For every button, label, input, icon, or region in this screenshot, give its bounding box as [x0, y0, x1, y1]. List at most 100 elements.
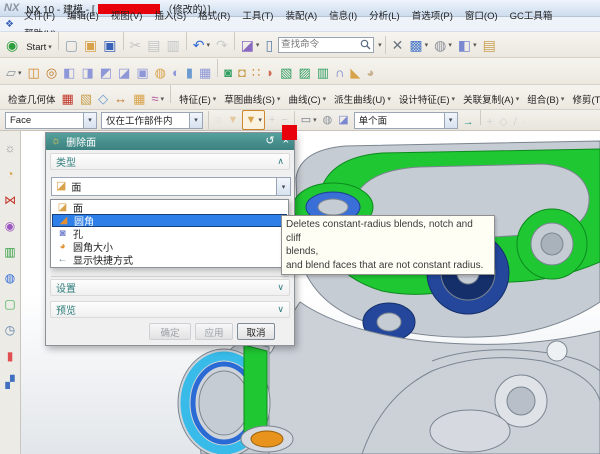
menu-file[interactable]: 文件(F) [17, 9, 60, 22]
settings-section-header[interactable]: 设置 ∨ [50, 279, 290, 296]
save-file-icon[interactable]: ▣ [101, 35, 118, 55]
dialog-titlebar[interactable]: ☼ 删除面 ↺ × [46, 133, 294, 150]
cancel-button[interactable]: 取消 [237, 323, 275, 340]
pattern-icon[interactable]: ▧ [278, 63, 294, 83]
sketch-icon[interactable]: ▱▾ [4, 63, 24, 83]
snap-dot-icon[interactable]: · [521, 113, 529, 131]
sew-icon[interactable]: ◗ [264, 63, 276, 83]
undo-icon[interactable]: ↶▾ [191, 35, 212, 55]
block-icon[interactable]: ◩ [98, 63, 114, 83]
menu-assemblies[interactable]: 装配(A) [278, 9, 322, 22]
offset-icon[interactable]: ▥ [315, 63, 331, 83]
dialog-gear-icon[interactable]: ☼ [51, 136, 61, 147]
process-studio-icon[interactable]: ◷ [5, 324, 15, 336]
design-feature-group-button[interactable]: 设计特征(E)▾ [395, 89, 457, 109]
roles-icon[interactable]: ▞ [5, 376, 14, 388]
solid-body-icon[interactable]: ◪ [336, 110, 350, 130]
paste-icon[interactable]: ▥ [164, 35, 181, 55]
stop-at-intersection-icon[interactable]: → [461, 113, 476, 131]
materials-icon[interactable]: ▮ [7, 350, 14, 362]
dialog-reset-icon[interactable]: ↺ [265, 136, 274, 147]
type-dropdown-field[interactable]: ◪ 面 ▾ [51, 177, 291, 196]
nx-session-icon[interactable]: ◉ [4, 35, 20, 55]
menu-tools[interactable]: 工具(T) [235, 9, 278, 22]
part-navigator-icon[interactable]: ◉ [5, 220, 15, 232]
type-section-header[interactable]: 类型 ∧ [50, 153, 290, 170]
extrude-icon[interactable]: ◧ [61, 63, 77, 83]
apply-button[interactable]: 应用 [195, 323, 233, 340]
redo-icon[interactable]: ↷ [214, 35, 230, 55]
feature-group-button[interactable]: 特征(E)▾ [175, 89, 218, 109]
web-browser-icon[interactable]: ◍ [5, 272, 15, 284]
chevron-down-icon[interactable]: ▾ [83, 113, 96, 128]
dropdown-item-显示快捷方式[interactable]: ←显示快捷方式 [52, 253, 287, 266]
reuse-library-icon[interactable]: ▥ [4, 246, 15, 258]
render-style-icon[interactable]: ◍▾ [432, 35, 454, 55]
history-icon[interactable]: ▢ [4, 298, 15, 310]
layout-icon[interactable]: ▦ [131, 89, 147, 109]
type-filter-combo[interactable]: Face ▾ [5, 112, 97, 129]
add-filter-icon[interactable]: + [267, 110, 277, 130]
measure-icon[interactable]: ↔ [112, 89, 129, 109]
face-rule-combo[interactable]: 单个面 ▾ [354, 112, 458, 129]
ok-button[interactable]: 确定 [149, 323, 191, 340]
menu-format[interactable]: 格式(R) [191, 9, 235, 22]
view-orient-icon[interactable]: ◧▾ [456, 35, 479, 55]
subtract-icon[interactable]: ◘ [236, 63, 248, 83]
snap-angle-icon[interactable]: / [512, 113, 519, 131]
allow-selection-icon[interactable]: ◌ [213, 110, 224, 130]
menu-gc-toolbox[interactable]: GC工具箱 [503, 9, 558, 22]
assoc-copy-group-button[interactable]: 关联复制(A)▾ [459, 89, 521, 109]
boss-icon[interactable]: ▣ [134, 63, 150, 83]
chevron-down-icon[interactable]: ▾ [378, 41, 382, 49]
trim-group-button[interactable]: 修剪(T)▾ [568, 89, 600, 109]
examine-geometry-button[interactable]: 检查几何体 [4, 89, 58, 109]
preview-section-header[interactable]: 预览 ∨ [50, 301, 290, 318]
collapse-chevron-icon[interactable]: ∧ [277, 156, 284, 167]
hole-icon[interactable]: ◎ [44, 63, 59, 83]
expand-chevron-icon[interactable]: ∨ [277, 304, 284, 315]
copy-icon[interactable]: ▤ [145, 35, 162, 55]
open-file-icon[interactable]: ▣ [82, 35, 99, 55]
cylinder-icon[interactable]: ◪ [116, 63, 132, 83]
constraint-navigator-icon[interactable]: ⋈ [4, 194, 16, 206]
spline-analysis-icon[interactable]: ≈▾ [149, 89, 166, 109]
assembly-navigator-icon[interactable]: ◔ [6, 168, 13, 180]
module-box-icon[interactable]: ◪▾ [239, 35, 262, 55]
shell-icon[interactable]: ∩ [333, 63, 346, 83]
menu-information[interactable]: 信息(I) [322, 9, 362, 22]
unite-icon[interactable]: ◙ [222, 63, 234, 83]
menu-analysis[interactable]: 分析(L) [362, 9, 405, 22]
menu-window[interactable]: 窗口(O) [458, 9, 503, 22]
chevron-down-icon[interactable]: ▾ [276, 178, 290, 195]
part-info-icon[interactable]: ▯ [263, 35, 275, 55]
intersect-icon[interactable]: ∷ [250, 63, 262, 83]
sphere-icon[interactable]: ◍ [153, 63, 168, 83]
curve-group-button[interactable]: 曲线(C)▾ [284, 89, 328, 109]
dropdown-item-圆角[interactable]: ◢圆角 [52, 214, 287, 227]
expand-chevron-icon[interactable]: ∨ [277, 282, 284, 293]
search-input[interactable] [281, 39, 360, 50]
derived-curve-group-button[interactable]: 派生曲线(U)▾ [330, 89, 393, 109]
cut-icon[interactable]: ✂ [128, 35, 144, 55]
command-finder[interactable] [278, 37, 374, 53]
menu-preferences[interactable]: 首选项(P) [405, 9, 458, 22]
start-menu-button[interactable]: Start▾ [22, 37, 54, 57]
chevron-down-icon[interactable]: ▾ [189, 113, 202, 128]
fit-window-icon[interactable]: ▩▾ [407, 35, 430, 55]
chamfer-icon[interactable]: ◣ [348, 63, 362, 83]
selection-scope-combo[interactable]: 仅在工作部件内 ▾ [101, 112, 203, 129]
revolve-icon[interactable]: ◨ [79, 63, 95, 83]
menu-view[interactable]: 视图(V) [104, 9, 148, 22]
convex-check-icon[interactable]: ▧ [78, 89, 94, 109]
marquee-select-icon[interactable]: ▭▾ [299, 110, 319, 130]
combine-group-button[interactable]: 组合(B)▾ [523, 89, 566, 109]
snap-point-icon[interactable]: + [485, 113, 495, 131]
wcs-orient-icon[interactable]: ✕ [390, 35, 406, 55]
mirror-icon[interactable]: ▨ [296, 63, 312, 83]
deviation-icon[interactable]: ◇ [96, 89, 110, 109]
snap-midpoint-icon[interactable]: ◇ [497, 113, 509, 131]
feature-failure-icon[interactable]: ▦ [60, 89, 76, 109]
edge-blend-icon[interactable]: ◕ [364, 63, 376, 83]
chevron-down-icon[interactable]: ▾ [444, 113, 457, 128]
